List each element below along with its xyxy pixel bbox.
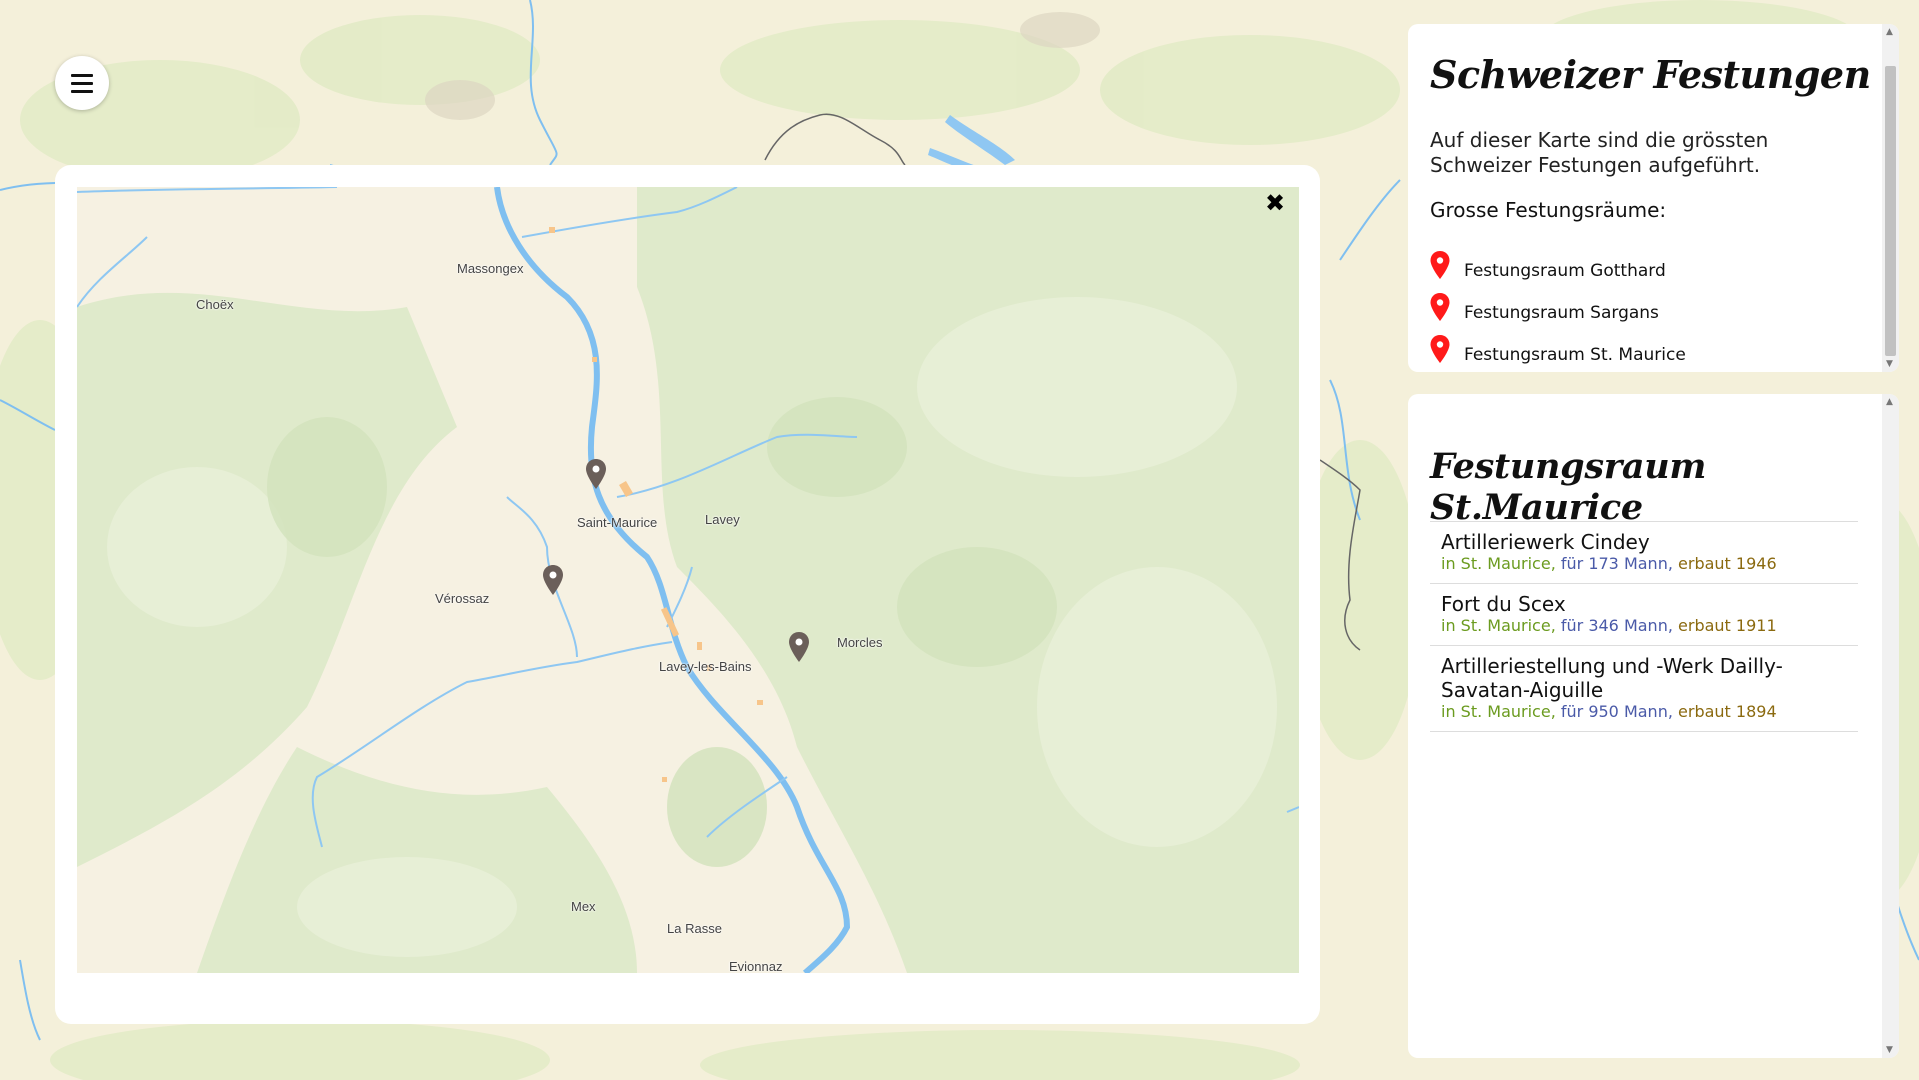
- place-label: Lavey-les-Bains: [659, 659, 752, 674]
- list-item[interactable]: Fort du Scex in St. Maurice, für 346 Man…: [1430, 584, 1858, 646]
- map-pin-icon: [1430, 335, 1450, 363]
- menu-button[interactable]: [55, 56, 109, 110]
- hamburger-line: [71, 81, 93, 85]
- intro-text: Auf dieser Karte sind die grössten Schwe…: [1430, 128, 1769, 177]
- map-pin-icon: [1430, 293, 1450, 321]
- scroll-down-icon[interactable]: ▼: [1886, 1045, 1893, 1055]
- place-label: Evionnaz: [729, 959, 783, 973]
- place-label: Saint-Maurice: [577, 515, 658, 530]
- region-item-gotthard[interactable]: Festungsraum Gotthard: [1430, 250, 1686, 292]
- fortress-list: Artilleriewerk Cindey in St. Maurice, fü…: [1430, 521, 1858, 732]
- fortress-year: erbaut 1894: [1678, 702, 1777, 721]
- map-pin-icon: [1430, 251, 1450, 279]
- hamburger-line: [71, 73, 93, 77]
- place-label: Lavey: [705, 512, 740, 527]
- regions-heading: Grosse Festungsräume:: [1430, 198, 1667, 222]
- fortress-location: in St. Maurice,: [1441, 702, 1556, 721]
- map-pin-icon[interactable]: [585, 459, 607, 489]
- scrollbar[interactable]: ▲ ▼: [1882, 24, 1899, 372]
- fortress-name: Fort du Scex: [1441, 592, 1566, 616]
- fortress-year: erbaut 1911: [1678, 616, 1777, 635]
- page-title: Schweizer Festungen: [1430, 52, 1871, 97]
- scrollbar[interactable]: ▲ ▼: [1882, 394, 1899, 1058]
- fortress-meta: in St. Maurice, für 950 Mann, erbaut 189…: [1441, 702, 1847, 722]
- region-label: Festungsraum Sargans: [1464, 303, 1659, 323]
- region-detail-panel: Festungsraum St.Maurice Artilleriewerk C…: [1408, 394, 1899, 1058]
- region-title: Festungsraum St.Maurice: [1430, 446, 1707, 528]
- region-label: Festungsraum Gotthard: [1464, 261, 1666, 281]
- region-item-st-maurice[interactable]: Festungsraum St. Maurice: [1430, 334, 1686, 372]
- place-label: Morcles: [837, 635, 883, 650]
- fortress-crew: für 950 Mann,: [1560, 702, 1673, 721]
- close-icon[interactable]: ✖: [1261, 189, 1289, 217]
- list-item[interactable]: Artilleriewerk Cindey in St. Maurice, fü…: [1430, 522, 1858, 584]
- scroll-down-icon[interactable]: ▼: [1886, 359, 1893, 369]
- hamburger-line: [71, 89, 93, 93]
- place-label: Choëx: [196, 297, 234, 312]
- fortress-location: in St. Maurice,: [1441, 554, 1556, 573]
- fortress-meta: in St. Maurice, für 346 Mann, erbaut 191…: [1441, 616, 1847, 636]
- place-label: Mex: [571, 899, 596, 914]
- map-modal: Massongex Choëx Saint-Maurice Lavey Véro…: [55, 165, 1320, 1024]
- fortress-crew: für 173 Mann,: [1560, 554, 1673, 573]
- fortress-name: Artilleriestellung und -Werk Dailly-Sava…: [1441, 654, 1783, 702]
- fortress-crew: für 346 Mann,: [1560, 616, 1673, 635]
- map-pin-icon[interactable]: [788, 632, 810, 662]
- scrollbar-thumb[interactable]: [1885, 66, 1896, 356]
- fortress-year: erbaut 1946: [1678, 554, 1777, 573]
- detail-map-terrain: [77, 187, 1299, 973]
- fortress-meta: in St. Maurice, für 173 Mann, erbaut 194…: [1441, 554, 1847, 574]
- region-label: Festungsraum St. Maurice: [1464, 345, 1686, 365]
- place-label: La Rasse: [667, 921, 722, 936]
- scroll-up-icon[interactable]: ▲: [1886, 397, 1893, 407]
- region-item-sargans[interactable]: Festungsraum Sargans: [1430, 292, 1686, 334]
- scroll-up-icon[interactable]: ▲: [1886, 27, 1893, 37]
- list-item[interactable]: Artilleriestellung und -Werk Dailly-Sava…: [1430, 646, 1858, 732]
- overview-panel: Schweizer Festungen Auf dieser Karte sin…: [1408, 24, 1899, 372]
- regions-list: Festungsraum Gotthard Festungsraum Sarga…: [1430, 250, 1686, 372]
- map-pin-icon[interactable]: [542, 565, 564, 595]
- fortress-name: Artilleriewerk Cindey: [1441, 530, 1650, 554]
- fortress-location: in St. Maurice,: [1441, 616, 1556, 635]
- place-label: Massongex: [457, 261, 524, 276]
- detail-map[interactable]: Massongex Choëx Saint-Maurice Lavey Véro…: [77, 187, 1299, 973]
- place-label: Vérossaz: [435, 591, 490, 606]
